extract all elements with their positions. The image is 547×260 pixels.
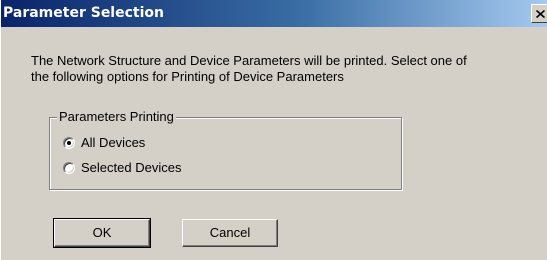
ok-button[interactable]: OK — [53, 218, 151, 248]
radio-button-selected-devices[interactable] — [63, 162, 75, 174]
group-legend: Parameters Printing — [57, 109, 176, 125]
radio-all-devices[interactable]: All Devices — [63, 134, 145, 152]
close-icon — [535, 9, 545, 18]
instruction-line-1: The Network Structure and Device Paramet… — [31, 53, 467, 68]
instruction-text: The Network Structure and Device Paramet… — [31, 53, 531, 85]
parameters-printing-group: Parameters Printing All Devices Selected… — [49, 109, 402, 190]
radio-label-all-devices[interactable]: All Devices — [81, 135, 145, 151]
title-bar[interactable]: Parameter Selection — [1, 0, 547, 27]
instruction-line-2: the following options for Printing of De… — [31, 69, 344, 84]
cancel-button[interactable]: Cancel — [182, 219, 278, 247]
radio-label-selected-devices[interactable]: Selected Devices — [81, 160, 181, 176]
dialog-title: Parameter Selection — [3, 5, 164, 21]
radio-selected-dot — [67, 141, 71, 145]
radio-selected-devices[interactable]: Selected Devices — [63, 159, 181, 177]
close-button[interactable] — [531, 4, 547, 23]
parameter-selection-dialog: Parameter Selection The Network Structur… — [0, 0, 547, 260]
radio-button-all-devices[interactable] — [63, 137, 75, 149]
